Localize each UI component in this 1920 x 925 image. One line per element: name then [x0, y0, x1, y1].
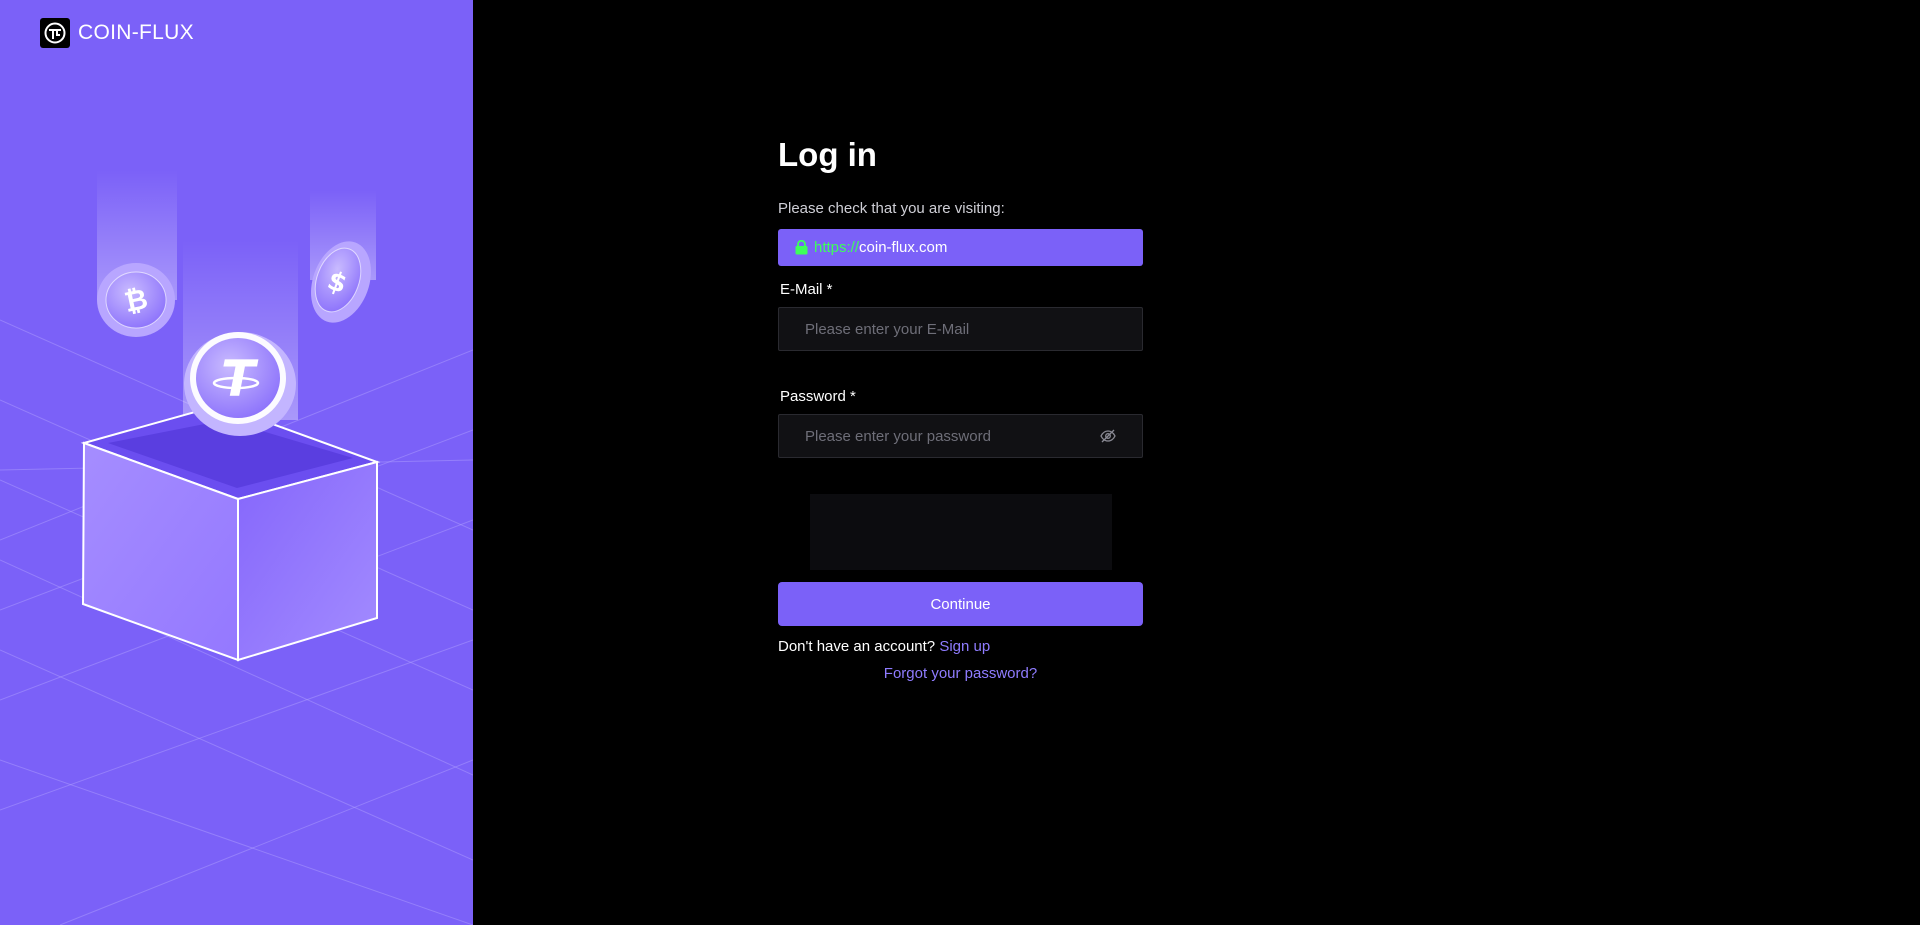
- hero-panel: ₿ $ T COIN-FLUX: [0, 0, 473, 925]
- coin-flux-logo-icon: [40, 18, 70, 48]
- password-field[interactable]: [805, 427, 1116, 445]
- forgot-row: Forgot your password?: [778, 665, 1143, 682]
- lock-icon: [795, 240, 808, 255]
- hero-illustration: ₿ $ T: [0, 170, 473, 925]
- forgot-password-link[interactable]: Forgot your password?: [884, 665, 1037, 682]
- password-field-wrapper: [778, 414, 1143, 458]
- email-field-wrapper: [778, 307, 1143, 351]
- open-box-icon: [80, 403, 381, 662]
- brand[interactable]: COIN-FLUX: [40, 18, 194, 48]
- bitcoin-coin-icon: ₿: [97, 263, 175, 337]
- email-label: E-Mail *: [780, 281, 833, 298]
- continue-button[interactable]: Continue: [778, 582, 1143, 626]
- page-title: Log in: [778, 136, 877, 173]
- login-form: Log in Please check that you are visitin…: [778, 136, 1143, 682]
- signup-prompt: Don't have an account?: [778, 638, 936, 655]
- verified-url-bar: https://coin-flux.com: [778, 229, 1143, 266]
- brand-name: COIN-FLUX: [78, 21, 194, 44]
- url-host: coin-flux.com: [859, 239, 948, 256]
- email-field[interactable]: [805, 320, 1116, 338]
- signup-link[interactable]: Sign up: [939, 638, 990, 655]
- password-label: Password *: [780, 388, 856, 405]
- eye-off-icon[interactable]: [1100, 429, 1116, 443]
- signup-row: Don't have an account? Sign up: [778, 638, 1143, 655]
- captcha-widget[interactable]: [809, 494, 1112, 570]
- url-protocol: https://: [814, 239, 860, 256]
- tether-coin-icon: T: [184, 332, 296, 436]
- phishing-check-text: Please check that you are visiting:: [778, 200, 1005, 217]
